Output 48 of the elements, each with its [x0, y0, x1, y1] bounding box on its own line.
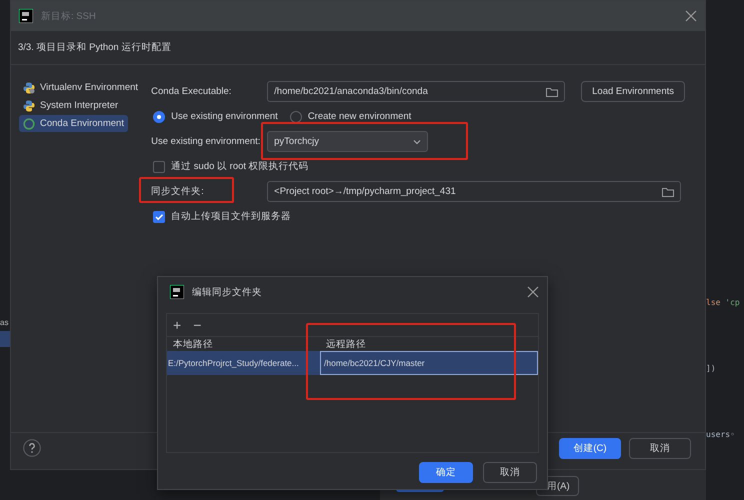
path-field[interactable]: <Project root>→/tmp/pycharm_project_431	[267, 181, 682, 202]
code-line: lse 'cp	[706, 298, 740, 307]
help-icon[interactable]	[23, 439, 41, 457]
caret-icon	[413, 138, 422, 144]
sidebar-item[interactable]: Virtualenv Environment	[19, 79, 142, 96]
column-header: 本地路径	[172, 338, 213, 350]
check-icon	[154, 212, 164, 222]
radio-label: Use existing environment	[171, 111, 278, 122]
step-title: 3/3. 项目目录和 Python 运行时配置	[11, 31, 705, 65]
path-field[interactable]: /home/bc2021/anaconda3/bin/conda	[267, 81, 566, 102]
field-label: Conda Executable:	[151, 86, 232, 97]
table-cell[interactable]: E:/PytorchProjrct_Study/federate...	[167, 351, 320, 375]
ring-icon	[23, 118, 35, 130]
checkbox[interactable]	[153, 210, 166, 222]
column-header: 远程路径	[325, 338, 366, 350]
code-line: ])	[706, 364, 716, 373]
sidebar-item[interactable]: Conda Environment	[19, 115, 128, 132]
folder-icon	[662, 186, 674, 196]
code-line: users◦	[706, 430, 735, 439]
python-icon	[23, 82, 35, 94]
remove-button[interactable]: −	[193, 317, 202, 333]
folder-icon	[546, 86, 558, 96]
environment-dropdown[interactable]: pyTorchcjy	[267, 131, 428, 152]
radio-button[interactable]	[153, 110, 166, 122]
close-icon[interactable]	[527, 286, 539, 298]
create-button[interactable]: 创建(C)	[559, 438, 621, 458]
cancel-button[interactable]: 取消	[629, 438, 691, 458]
field-label: 同步文件夹:	[151, 185, 205, 198]
checkbox-label: 自动上传项目文件到服务器	[171, 210, 292, 223]
selected-row	[0, 331, 10, 347]
app-icon	[170, 285, 184, 299]
sidebar-text: as	[0, 318, 9, 327]
app-icon	[19, 9, 33, 23]
add-button[interactable]: +	[173, 317, 182, 333]
cancel-button[interactable]: 取消	[483, 462, 537, 483]
close-icon[interactable]	[685, 10, 697, 22]
radio-button[interactable]	[290, 110, 302, 122]
sidebar-item[interactable]: System Interpreter	[19, 97, 123, 114]
checkbox-label: 通过 sudo 以 root 权限执行代码	[171, 160, 309, 173]
dialog-title: 编辑同步文件夹	[192, 286, 263, 298]
table-cell[interactable]: /home/bc2021/CJY/master	[320, 351, 538, 375]
field-label: Use existing environment:	[151, 136, 262, 147]
load-button[interactable]: Load Environments	[581, 81, 685, 102]
checkbox[interactable]	[153, 160, 166, 172]
ok-button[interactable]: 确定	[419, 462, 473, 483]
radio-label: Create new environment	[308, 111, 412, 122]
window-title: 新目标: SSH	[41, 10, 97, 22]
python-icon	[23, 100, 35, 112]
